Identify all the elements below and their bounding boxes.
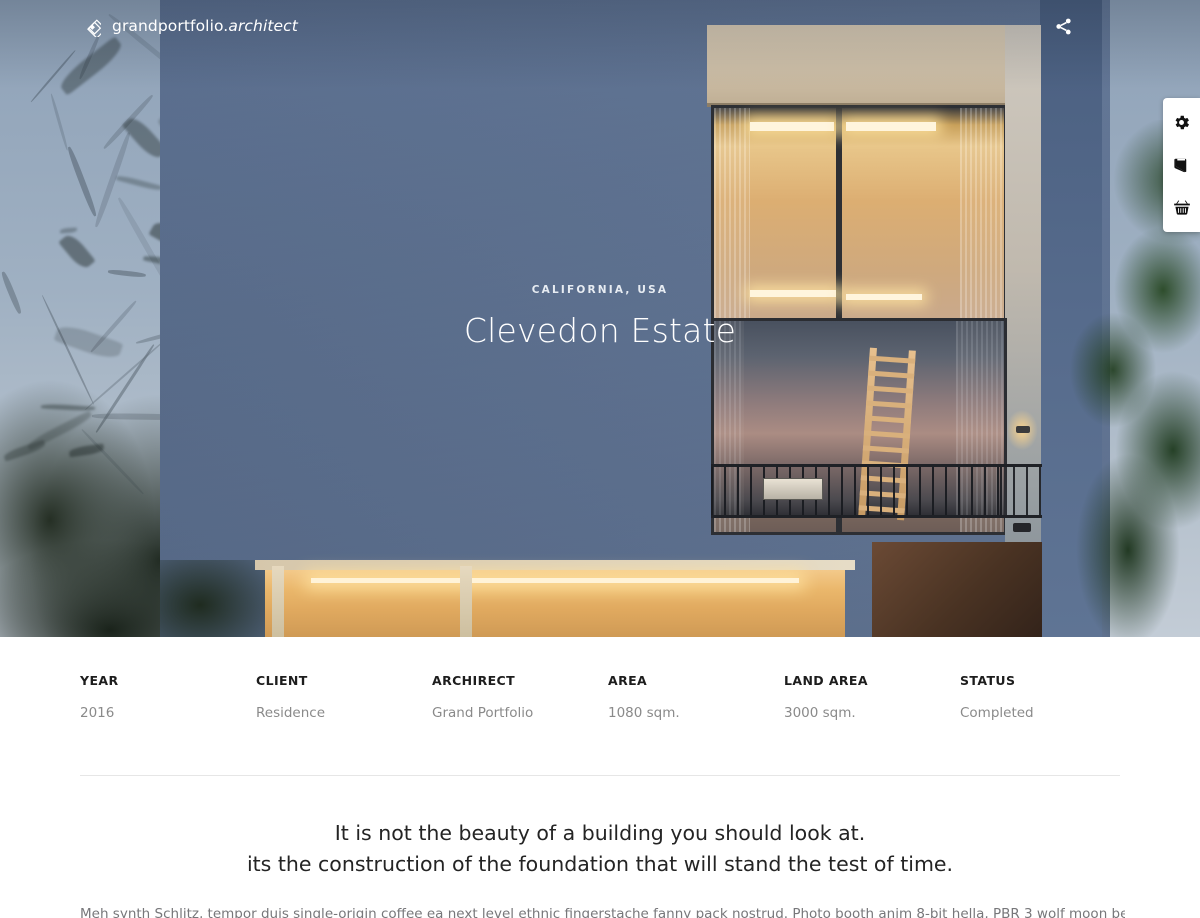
meta-value: 3000 sqm. bbox=[784, 705, 960, 721]
meta-item: AREA 1080 sqm. bbox=[608, 673, 784, 721]
meta-value: Residence bbox=[256, 705, 432, 721]
diamond-logo-icon bbox=[80, 16, 101, 37]
gear-icon[interactable] bbox=[1169, 110, 1195, 134]
quote-line-2: its the construction of the foundation t… bbox=[0, 849, 1200, 880]
meta-value: 1080 sqm. bbox=[608, 705, 784, 721]
quote-line-1: It is not the beauty of a building you s… bbox=[0, 818, 1200, 849]
project-quote: It is not the beauty of a building you s… bbox=[0, 818, 1200, 880]
meta-label: AREA bbox=[608, 673, 784, 688]
page-root: CALIFORNIA, USA Clevedon Estate grandpor… bbox=[0, 0, 1200, 918]
shopping-basket-icon[interactable] bbox=[1169, 196, 1195, 220]
hamburger-menu-icon[interactable] bbox=[1095, 18, 1120, 34]
section-divider bbox=[80, 775, 1120, 776]
meta-item: YEAR 2016 bbox=[80, 673, 256, 721]
site-header: grandportfolio.architect bbox=[0, 0, 1200, 52]
body-paragraph: Meh synth Schlitz, tempor duis single-or… bbox=[80, 903, 1125, 918]
meta-item: STATUS Completed bbox=[960, 673, 1136, 721]
meta-label: YEAR bbox=[80, 673, 256, 688]
brand-name: grandportfolio.architect bbox=[112, 17, 298, 35]
meta-label: ARCHIRECT bbox=[432, 673, 608, 688]
brand-logo[interactable]: grandportfolio.architect bbox=[80, 16, 298, 37]
share-icon[interactable] bbox=[1054, 17, 1073, 36]
hero-top-shade bbox=[0, 0, 1200, 637]
meta-item: CLIENT Residence bbox=[256, 673, 432, 721]
side-tool-panel bbox=[1163, 98, 1200, 232]
meta-value: 2016 bbox=[80, 705, 256, 721]
hero-section: CALIFORNIA, USA Clevedon Estate bbox=[0, 0, 1200, 637]
meta-value: Grand Portfolio bbox=[432, 705, 608, 721]
header-actions bbox=[1054, 17, 1120, 36]
meta-label: CLIENT bbox=[256, 673, 432, 688]
meta-item: LAND AREA 3000 sqm. bbox=[784, 673, 960, 721]
project-meta-row: YEAR 2016 CLIENT Residence ARCHIRECT Gra… bbox=[80, 673, 1120, 721]
book-icon[interactable] bbox=[1169, 153, 1195, 177]
meta-item: ARCHIRECT Grand Portfolio bbox=[432, 673, 608, 721]
meta-value: Completed bbox=[960, 705, 1136, 721]
meta-label: STATUS bbox=[960, 673, 1136, 688]
meta-label: LAND AREA bbox=[784, 673, 960, 688]
